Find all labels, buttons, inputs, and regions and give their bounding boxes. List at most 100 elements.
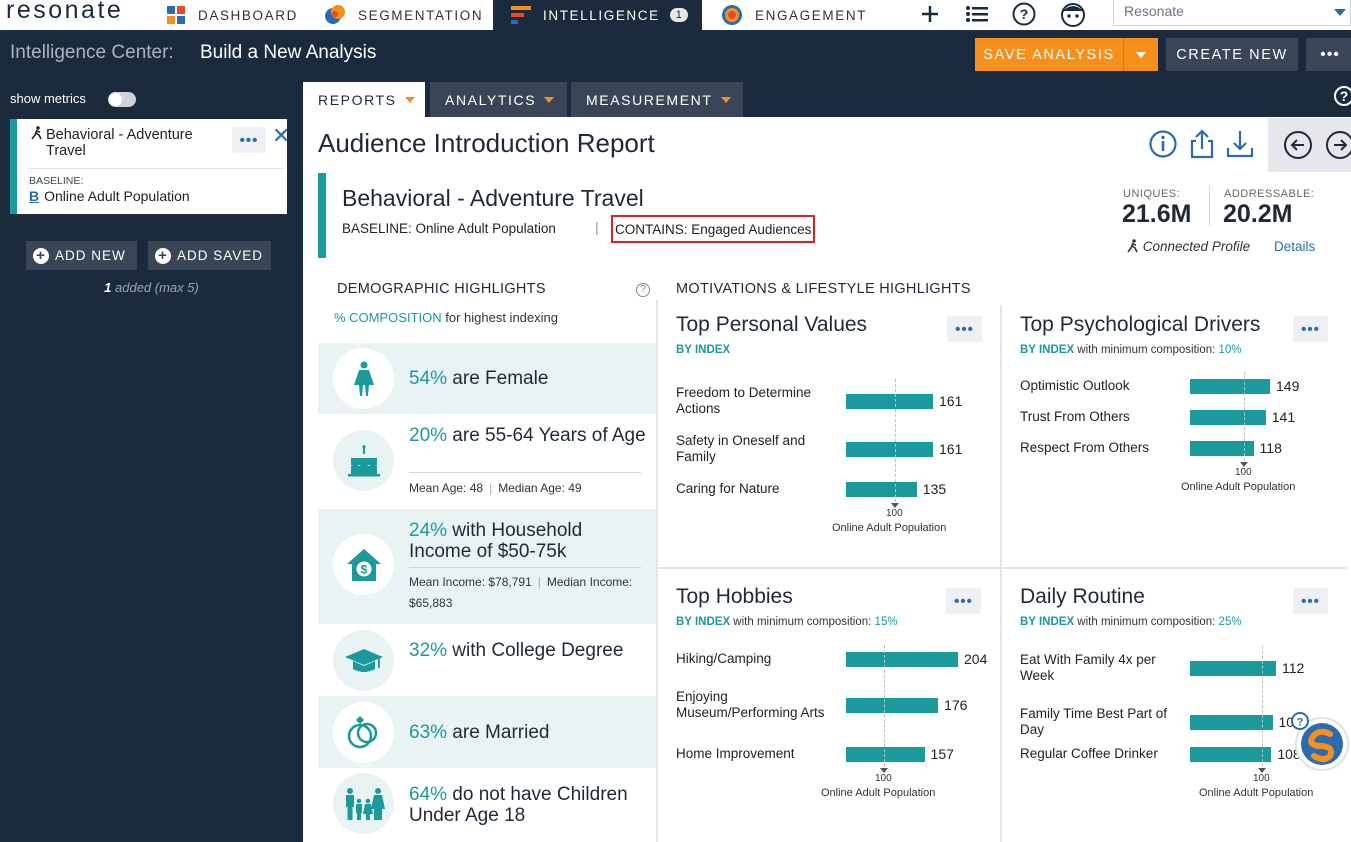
demo-stat: 63% are Married bbox=[409, 722, 649, 743]
demo-stat: 32% with College Degree bbox=[409, 640, 649, 661]
demo-stat: 24% with Household Income of $50-75k bbox=[409, 520, 649, 562]
demo-substats: Mean Age: 48 | Median Age: 49 bbox=[409, 478, 641, 499]
connected-profile-icon bbox=[31, 126, 43, 143]
engagement-icon bbox=[722, 5, 742, 25]
panel-item-label: Hiking/Camping bbox=[676, 651, 772, 666]
panel-subtitle: BY INDEX bbox=[676, 344, 730, 356]
cake-icon bbox=[333, 430, 394, 491]
index-value: 161 bbox=[939, 441, 963, 457]
demo-row-age: 20% are 55-64 Years of Age Mean Age: 48 |… bbox=[318, 414, 656, 509]
index-value: 118 bbox=[1259, 440, 1282, 456]
user-avatar-icon[interactable] bbox=[1060, 0, 1086, 28]
min-composition-text: with minimum composition: bbox=[1074, 616, 1219, 628]
addressable-label: ADDRESSABLE: bbox=[1224, 188, 1315, 200]
baseline-value: B Online Adult Population bbox=[29, 188, 190, 204]
index-value: 204 bbox=[964, 651, 988, 667]
notification-badge: 1 bbox=[669, 8, 688, 22]
nav-tab-engagement[interactable]: ENGAGEMENT bbox=[713, 0, 875, 30]
index-bar bbox=[846, 482, 917, 497]
panel-title: Top Psychological Drivers bbox=[1020, 313, 1261, 336]
min-composition-text: with minimum composition: bbox=[1074, 344, 1219, 356]
demo-stat: 64% do not have Children Under Age 18 bbox=[409, 784, 649, 826]
resonate-logo[interactable]: resonate bbox=[6, 0, 123, 25]
baseline-reference-line bbox=[1244, 372, 1245, 461]
demo-row-income: $ 24% with Household Income of $50-75k M… bbox=[318, 509, 656, 624]
nav-tab-intelligence[interactable]: INTELLIGENCE 1 bbox=[493, 0, 702, 30]
connected-profile-label: Connected Profile bbox=[1142, 239, 1251, 254]
nav-tab-label: DASHBOARD bbox=[198, 7, 298, 23]
min-composition-value: 15% bbox=[874, 616, 898, 628]
divider: | bbox=[489, 481, 493, 495]
panel-item-label: Respect From Others bbox=[1020, 440, 1150, 455]
support-chat-icon[interactable]: ? bbox=[1290, 710, 1351, 774]
report-title: Audience Introduction Report bbox=[318, 128, 655, 158]
baseline-reference-line bbox=[1262, 646, 1263, 767]
intelligence-icon bbox=[511, 6, 531, 24]
nav-tab-dashboard[interactable]: DASHBOARD bbox=[158, 0, 306, 30]
index-value: 112 bbox=[1282, 660, 1305, 676]
min-composition-text: with minimum composition: bbox=[730, 616, 875, 628]
details-link[interactable]: Details bbox=[1274, 239, 1315, 254]
share-icon[interactable] bbox=[1187, 128, 1217, 160]
more-options-button[interactable]: ••• bbox=[1306, 38, 1351, 71]
dashboard-icon bbox=[167, 6, 185, 24]
previous-report-icon[interactable] bbox=[1284, 131, 1312, 159]
info-icon[interactable] bbox=[1148, 128, 1178, 160]
save-analysis-label: SAVE ANALYSIS bbox=[983, 46, 1115, 63]
index-value: 149 bbox=[1276, 378, 1300, 394]
audience-baseline: BASELINE: Online Adult Population bbox=[342, 221, 556, 236]
panel-item-label: Home Improvement bbox=[676, 746, 795, 761]
save-options-dropdown[interactable] bbox=[1123, 38, 1158, 71]
save-analysis-button[interactable]: SAVE ANALYSIS bbox=[975, 38, 1158, 71]
demo-pct: 63% bbox=[409, 722, 448, 743]
index-bar bbox=[846, 698, 939, 713]
subheading-text: for highest indexing bbox=[441, 310, 558, 325]
tab-measurement[interactable]: MEASUREMENT bbox=[571, 82, 743, 117]
panel-item-label: Trust From Others bbox=[1020, 409, 1130, 424]
divider bbox=[656, 300, 658, 842]
sidebar: show metrics Behavioral - Adventure Trav… bbox=[0, 79, 303, 842]
create-new-button[interactable]: CREATE NEW bbox=[1166, 38, 1298, 71]
account-select-value: Resonate bbox=[1124, 3, 1184, 19]
download-icon[interactable] bbox=[1225, 128, 1255, 160]
audience-more-button[interactable]: ••• bbox=[232, 127, 266, 153]
panel-item-label: Safety in Oneself and Family bbox=[676, 433, 806, 464]
help-icon[interactable]: ? bbox=[636, 283, 650, 297]
panel-title: Daily Routine bbox=[1020, 585, 1145, 608]
panel-more-button[interactable]: ••• bbox=[1293, 588, 1328, 614]
tab-reports[interactable]: REPORTS bbox=[303, 82, 425, 117]
family-icon bbox=[333, 773, 394, 834]
next-report-icon[interactable] bbox=[1326, 131, 1351, 159]
index-bar bbox=[846, 652, 958, 667]
panel-more-button[interactable]: ••• bbox=[946, 588, 981, 614]
female-icon bbox=[333, 348, 394, 409]
panel-more-button[interactable]: ••• bbox=[1293, 316, 1328, 342]
by-index-label: BY INDEX bbox=[676, 344, 731, 356]
panel-more-button[interactable]: ••• bbox=[947, 316, 982, 342]
list-icon[interactable] bbox=[964, 0, 990, 28]
by-index-label: BY INDEX bbox=[676, 616, 731, 628]
remove-audience-close-icon[interactable]: ✕ bbox=[272, 125, 290, 147]
add-saved-label: ADD SAVED bbox=[177, 248, 264, 263]
help-icon[interactable]: ? bbox=[1011, 0, 1037, 28]
nav-tab-segmentation[interactable]: SEGMENTATION bbox=[316, 0, 491, 30]
add-new-button[interactable]: + ADD NEW bbox=[26, 241, 137, 270]
add-saved-button[interactable]: + ADD SAVED bbox=[148, 241, 271, 270]
demographic-subheading: % COMPOSITION for highest indexing bbox=[334, 310, 558, 325]
panel-item-label: Enjoying Museum/Performing Arts bbox=[676, 689, 825, 720]
motivation-panel: Top Hobbies ••• BY INDEX with minimum comp… bbox=[676, 585, 1006, 825]
tab-analytics[interactable]: ANALYTICS bbox=[430, 82, 567, 117]
add-icon[interactable] bbox=[918, 0, 942, 28]
show-metrics-toggle[interactable] bbox=[108, 92, 136, 107]
motivation-panel: Top Psychological Drivers ••• BY INDEX wit… bbox=[1020, 313, 1350, 553]
audience-contains: CONTAINS: Engaged Audiences bbox=[611, 215, 816, 243]
divider bbox=[409, 567, 641, 568]
help-icon[interactable]: ? bbox=[1334, 86, 1351, 106]
nav-tab-label: SEGMENTATION bbox=[358, 7, 484, 23]
panel-subtitle: BY INDEX with minimum composition: 10% bbox=[1020, 344, 1242, 356]
account-select[interactable]: Resonate bbox=[1113, 0, 1351, 26]
panel-item-label: Eat With Family 4x per Week bbox=[1020, 652, 1156, 683]
audience-card[interactable]: Behavioral - Adventure Travel ••• ✕ BASE… bbox=[10, 119, 290, 214]
composition-link[interactable]: % COMPOSITION bbox=[334, 310, 442, 325]
baseline-name: Online Adult Population bbox=[44, 188, 190, 204]
